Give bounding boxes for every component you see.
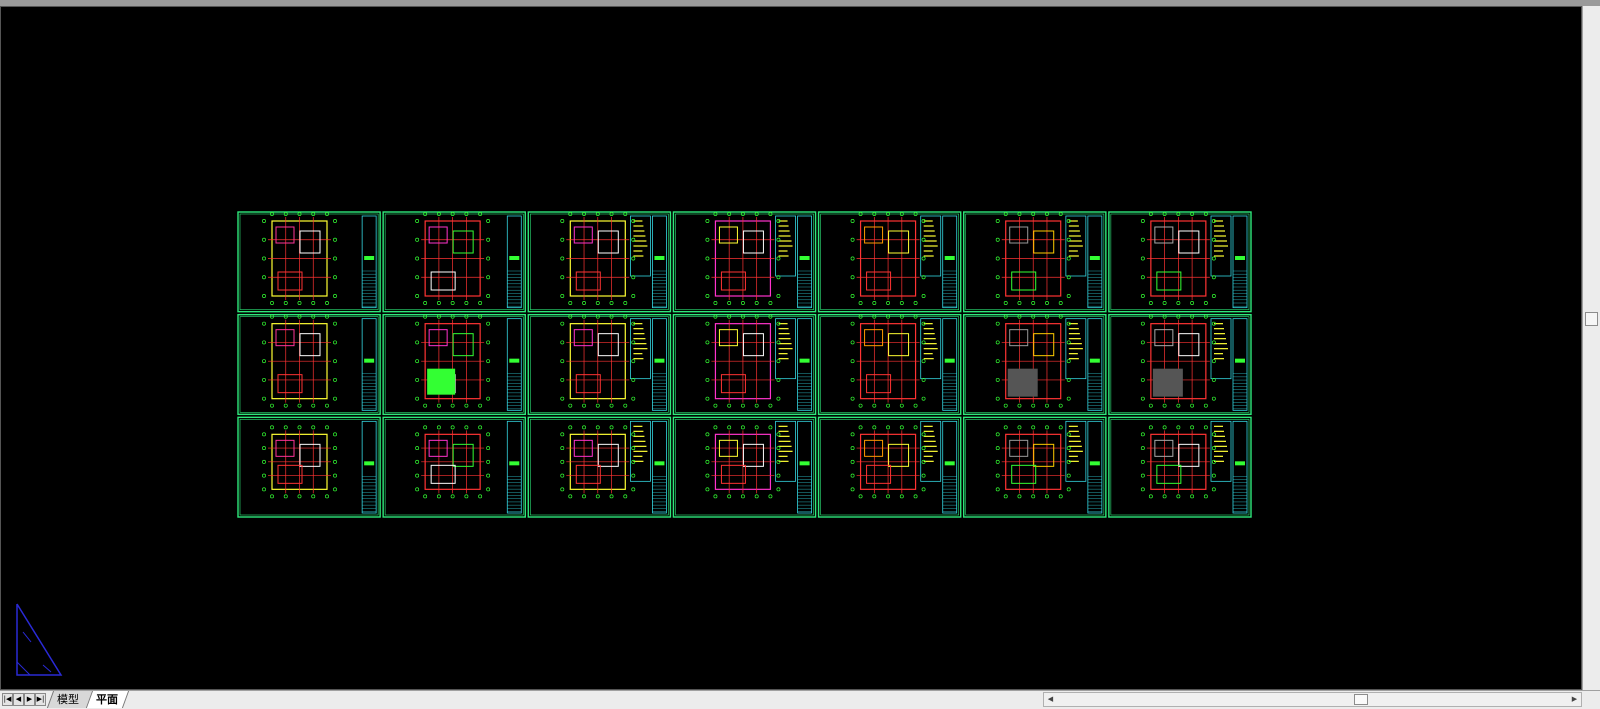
drawing-sheet [963,416,1107,518]
drawing-sheet [1108,416,1252,518]
drawing-sheets [237,211,1252,518]
scroll-left-arrow-icon[interactable]: ◀ [1044,693,1057,706]
drawing-sheet [382,313,526,416]
drawing-sheet [672,313,817,416]
drawing-sheet [963,211,1107,313]
horizontal-scroll-thumb[interactable] [1354,694,1368,705]
drawing-sheet [237,211,381,313]
drawing-sheet [672,416,817,518]
tab-layout[interactable]: 平面 [86,691,130,708]
vertical-scrollbar[interactable] [1582,6,1600,690]
drawing-sheet [817,313,962,416]
tab-model[interactable]: 模型 [46,691,94,708]
first-tab-button[interactable]: |◀ [2,693,13,706]
drawing-sheet [527,313,672,416]
tab-model-label: 模型 [57,693,79,706]
drawing-sheet [527,416,672,518]
next-tab-button[interactable]: ▶ [24,693,35,706]
drawing-sheet [963,313,1107,416]
scroll-right-arrow-icon[interactable]: ▶ [1568,693,1581,706]
drawing-sheet [237,416,381,518]
drawing-sheet [817,416,962,518]
drawing-sheet [382,211,526,313]
drawing-sheet [382,416,526,518]
model-space-viewport[interactable] [0,6,1582,690]
drawing-sheet [237,313,381,416]
tab-layout-label: 平面 [96,693,118,706]
drawing-sheet [672,211,817,313]
vertical-scroll-thumb[interactable] [1585,312,1598,326]
prev-tab-button[interactable]: ◀ [13,693,24,706]
drawing-sheet [1108,211,1252,313]
drawing-sheet [817,211,962,313]
last-tab-button[interactable]: ▶| [35,693,46,706]
ucs-triangle-icon [16,603,63,676]
layout-tab-bar: |◀ ◀ ▶ ▶| 模型 平面 ◀ ▶ [0,690,1600,709]
drawing-sheet [527,211,672,313]
drawing-sheet [1108,313,1252,416]
horizontal-scrollbar[interactable]: ◀ ▶ [1043,692,1582,707]
